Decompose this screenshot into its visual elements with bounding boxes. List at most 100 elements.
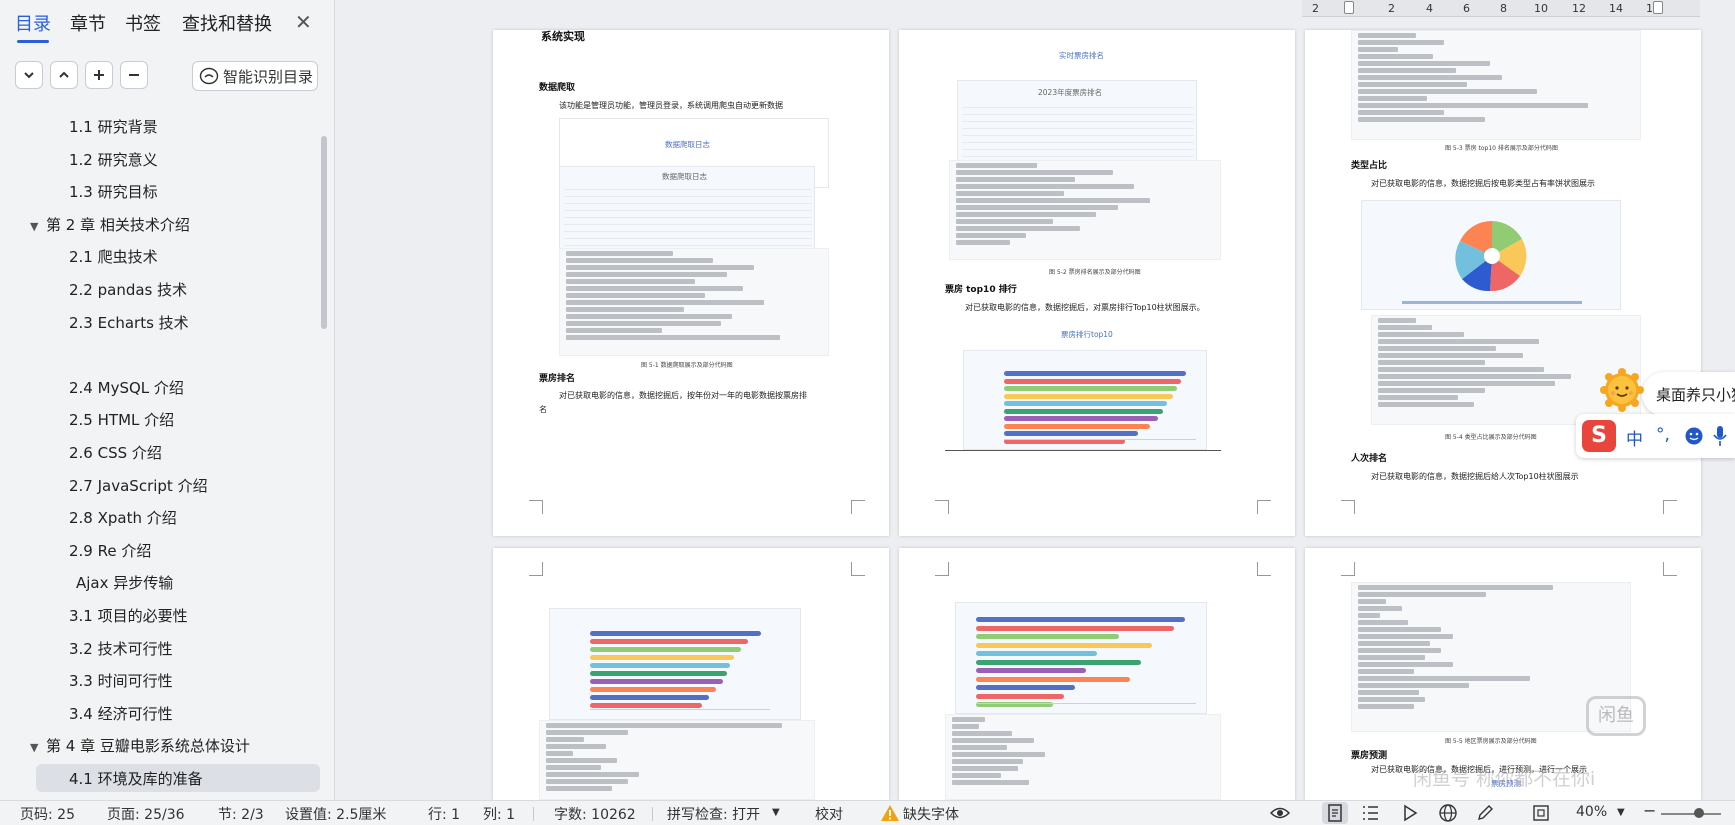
document-page[interactable] <box>493 548 889 800</box>
chart-bar <box>1004 408 1164 414</box>
toc-toolbar: 智能识别目录 <box>0 61 335 91</box>
right-indent-marker[interactable] <box>1653 1 1663 14</box>
chart-bar <box>976 617 1185 622</box>
word-count[interactable]: 字数: 10262 <box>554 804 636 824</box>
desktop-pet-widget[interactable]: 桌面养只小狗 <box>1592 362 1735 422</box>
chart-bar <box>1004 423 1150 429</box>
toc-section-item[interactable]: 2.5 HTML 介绍 <box>69 409 174 433</box>
zoom-out-icon[interactable]: − <box>1643 801 1656 820</box>
desktop-pet-label[interactable]: 桌面养只小狗 <box>1642 372 1735 416</box>
toc-section-item[interactable]: 2.9 Re 介绍 <box>69 540 151 564</box>
smart-recognize-icon <box>199 67 219 85</box>
toc-section-item[interactable]: 1.2 研究意义 <box>69 149 158 173</box>
add-item-button[interactable] <box>85 61 113 89</box>
zoom-slider-thumb[interactable] <box>1694 808 1704 818</box>
expand-arrow-icon[interactable]: ▼ <box>30 220 46 233</box>
figure-caption: 图 5-2 票房排名展示及部分代码图 <box>1049 269 1141 276</box>
column-indicator: 列: 1 <box>483 807 516 823</box>
expand-button[interactable] <box>50 61 78 89</box>
emoji-icon[interactable] <box>1684 426 1704 446</box>
toc-section-item[interactable]: 2.3 Echarts 技术 <box>69 312 189 336</box>
page-count[interactable]: 页面: 25/36 <box>107 804 185 824</box>
outline-view-icon[interactable] <box>1360 804 1380 822</box>
sogou-ime-icon[interactable]: S <box>1582 420 1616 452</box>
crop-mark <box>1341 500 1355 514</box>
toc-item-label: 4.1 环境及库的准备 <box>69 770 203 788</box>
document-page[interactable]: 实时票房排名 2023年度票房排名 图 5-2 票房排名展示及部分代码图 票房 … <box>899 30 1295 536</box>
document-page[interactable]: 系统实现 数据爬取 该功能是管理员功能，管理员登录，系统调用爬虫自动更新数据 数… <box>493 30 889 536</box>
spell-check-toggle[interactable]: 拼写检查: 打开 <box>667 804 760 824</box>
toc-item-label: 1.2 研究意义 <box>69 150 158 169</box>
chart-bar <box>590 663 731 668</box>
toc-chapter-item[interactable]: ▼ 第 2 章 相关技术介绍 <box>30 214 190 238</box>
toc-section-item[interactable]: 3.3 时间可行性 <box>69 670 173 694</box>
chart-bar <box>976 625 1174 631</box>
missing-font-button[interactable]: 缺失字体 <box>903 804 959 824</box>
chart-bar <box>1004 378 1181 384</box>
setting-value[interactable]: 设置值: 2.5厘米 <box>285 804 386 824</box>
zoom-level[interactable]: 40% <box>1576 804 1607 820</box>
toc-section-item[interactable]: 2.4 MySQL 介绍 <box>69 377 184 401</box>
section-indicator[interactable]: 节: 2/3 <box>218 804 264 824</box>
crop-mark <box>1257 500 1271 514</box>
play-icon[interactable] <box>1400 804 1420 822</box>
toc-chapter-item[interactable]: ▼ 第 4 章 豆瓣电影系统总体设计 <box>30 735 250 759</box>
ime-language-toggle[interactable]: 中 <box>1626 425 1643 450</box>
toc-section-item[interactable]: 1.3 研究目标 <box>69 181 158 205</box>
document-page[interactable]: 图 5-3 票房 top10 排名展示及部分代码图 类型占比 对已获取电影的信息… <box>1305 30 1701 536</box>
toc-section-item[interactable]: 2.6 CSS 介绍 <box>69 442 162 466</box>
chart-bar <box>976 642 1152 648</box>
microphone-icon[interactable] <box>1712 425 1728 447</box>
toc-section-item[interactable]: 4.1 环境及库的准备 <box>36 764 320 792</box>
crop-mark <box>529 500 543 514</box>
watermark-text: 闲鱼号 称你都不在你i <box>1413 768 1596 790</box>
toc-scrollbar[interactable] <box>321 136 327 329</box>
chart-bar <box>1004 386 1177 391</box>
crop-mark <box>1341 562 1355 576</box>
page-code[interactable]: 页码: 25 <box>20 804 75 824</box>
ime-toolbar[interactable]: S 中 °, <box>1576 414 1735 458</box>
document-page[interactable]: 图 5-5 地区票房展示及部分代码图 票房预测 对已获取电影的信息，数据挖掘后，… <box>1305 548 1701 800</box>
ime-punctuation-toggle[interactable]: °, <box>1656 425 1670 445</box>
tab-toc[interactable]: 目录 <box>15 10 51 43</box>
tab-bookmarks[interactable]: 书签 <box>125 10 161 36</box>
zoom-slider-track[interactable] <box>1661 813 1721 815</box>
chevron-down-icon[interactable]: ▼ <box>772 807 780 818</box>
chart-axis <box>590 709 770 710</box>
close-icon[interactable]: ✕ <box>295 10 312 34</box>
proofread-button[interactable]: 校对 <box>815 804 843 824</box>
toc-section-item[interactable]: 1.1 研究背景 <box>69 116 158 140</box>
toc-section-item[interactable]: 2.1 爬虫技术 <box>69 246 158 270</box>
document-page[interactable] <box>899 548 1295 800</box>
toc-item-label: 2.5 HTML 介绍 <box>69 411 175 430</box>
tab-find-replace[interactable]: 查找和替换 <box>182 10 272 36</box>
toc-section-item[interactable]: Ajax 异步传输 <box>76 572 173 596</box>
minus-icon <box>129 74 139 76</box>
collapse-button[interactable] <box>15 61 43 89</box>
toc-section-item[interactable]: 3.2 技术可行性 <box>69 638 173 662</box>
toc-section-item[interactable]: 2.8 Xpath 介绍 <box>69 507 177 531</box>
pen-icon[interactable] <box>1476 804 1496 822</box>
remove-item-button[interactable] <box>120 61 148 89</box>
left-indent-marker[interactable] <box>1344 1 1354 14</box>
fit-page-icon[interactable] <box>1531 804 1551 822</box>
toc-item-label: 第 2 章 相关技术介绍 <box>46 215 190 234</box>
figure-caption: 图 5-3 票房 top10 排名展示及部分代码图 <box>1445 145 1558 152</box>
smart-toc-button[interactable]: 智能识别目录 <box>192 61 318 91</box>
expand-arrow-icon[interactable]: ▼ <box>30 741 46 754</box>
eye-icon[interactable] <box>1270 804 1290 822</box>
crop-mark <box>935 562 949 576</box>
toc-section-item[interactable]: 2.7 JavaScript 介绍 <box>69 475 208 499</box>
tab-chapters[interactable]: 章节 <box>70 10 106 36</box>
chevron-down-icon[interactable]: ▼ <box>1617 807 1625 818</box>
toc-section-item[interactable]: 3.4 经济可行性 <box>69 703 173 727</box>
toc-section-item[interactable]: 2.2 pandas 技术 <box>69 279 187 303</box>
toc-section-item[interactable]: 3.1 项目的必要性 <box>69 605 188 629</box>
horizontal-ruler[interactable]: 2 2 4 6 8 10 12 14 16 <box>1302 0 1700 17</box>
toc-item-label: 3.1 项目的必要性 <box>69 607 188 625</box>
rose-pie-chart <box>1402 220 1582 304</box>
chart-bar <box>590 679 724 684</box>
page-view-icon[interactable] <box>1325 804 1345 822</box>
web-view-icon[interactable] <box>1438 804 1458 822</box>
chart-bar <box>590 647 742 652</box>
